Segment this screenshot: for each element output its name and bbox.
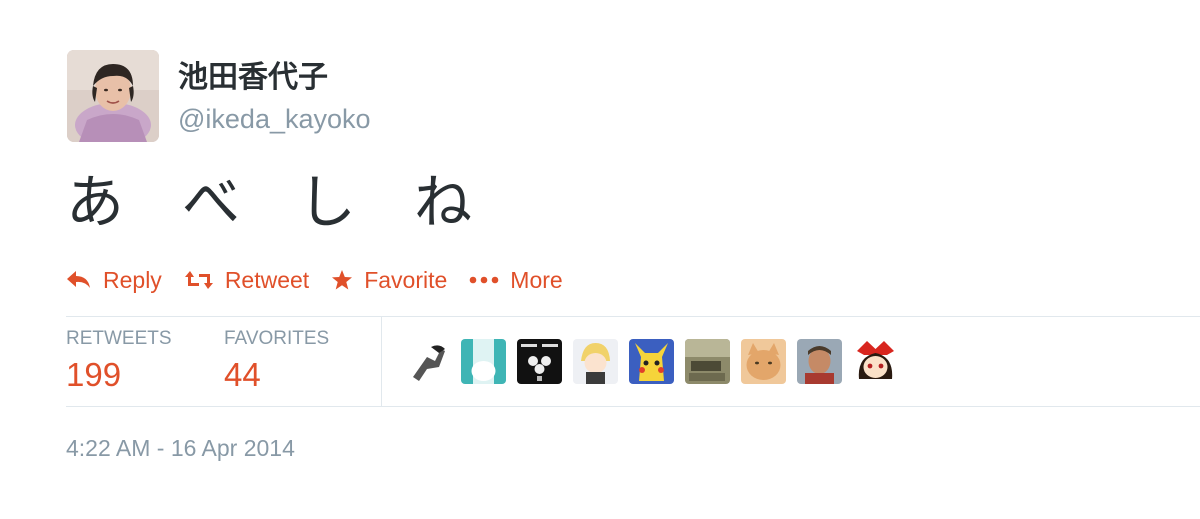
star-icon xyxy=(331,269,353,291)
user-handle[interactable]: @ikeda_kayoko xyxy=(178,103,371,135)
retweet-icon xyxy=(184,269,214,291)
retweets-count: 199 xyxy=(66,356,122,393)
favoriter-avatar[interactable] xyxy=(741,339,786,384)
stats-divider-top xyxy=(66,316,1200,317)
user-display-name[interactable]: 池田香代子 xyxy=(178,60,328,96)
user-avatar[interactable] xyxy=(67,50,159,142)
favoriter-avatar[interactable] xyxy=(517,339,562,384)
reply-icon xyxy=(66,270,92,290)
more-dots-icon xyxy=(469,276,499,284)
reply-button[interactable]: Reply xyxy=(66,267,162,294)
favoriter-avatar[interactable] xyxy=(573,339,618,384)
favorite-label: Favorite xyxy=(364,266,448,293)
more-label: More xyxy=(510,266,563,293)
favoriter-avatar[interactable] xyxy=(685,339,730,384)
tweet-timestamp[interactable]: 4:22 AM - 16 Apr 2014 xyxy=(66,434,295,462)
favorite-button[interactable]: Favorite xyxy=(331,267,447,294)
tweet-text: あ べ し ね xyxy=(66,170,473,235)
favoriters-avatars xyxy=(405,339,909,384)
stats-divider-bottom xyxy=(66,406,1200,407)
more-button[interactable]: More xyxy=(469,266,563,294)
favoriter-avatar[interactable] xyxy=(629,339,674,384)
tweet-actions: Reply Retweet Favorite More xyxy=(66,262,585,298)
tweet-card: 池田香代子 @ikeda_kayoko あ べ し ね Reply Retwee… xyxy=(0,0,1200,519)
favoriter-avatar[interactable] xyxy=(405,339,450,384)
retweet-label: Retweet xyxy=(224,266,310,293)
retweets-label: RETWEETS xyxy=(66,328,172,349)
favoriter-avatar[interactable] xyxy=(797,339,842,384)
favorites-count: 44 xyxy=(224,356,261,393)
favorites-label: FAVORITES xyxy=(224,328,330,349)
retweet-button[interactable]: Retweet xyxy=(184,267,309,294)
favorites-stat[interactable]: FAVORITES 44 xyxy=(224,327,329,395)
stats-divider-vertical xyxy=(381,317,382,406)
retweets-stat[interactable]: RETWEETS 199 xyxy=(66,327,172,395)
favoriter-avatar[interactable] xyxy=(461,339,506,384)
reply-label: Reply xyxy=(103,266,162,293)
favoriter-avatar[interactable] xyxy=(853,339,898,384)
